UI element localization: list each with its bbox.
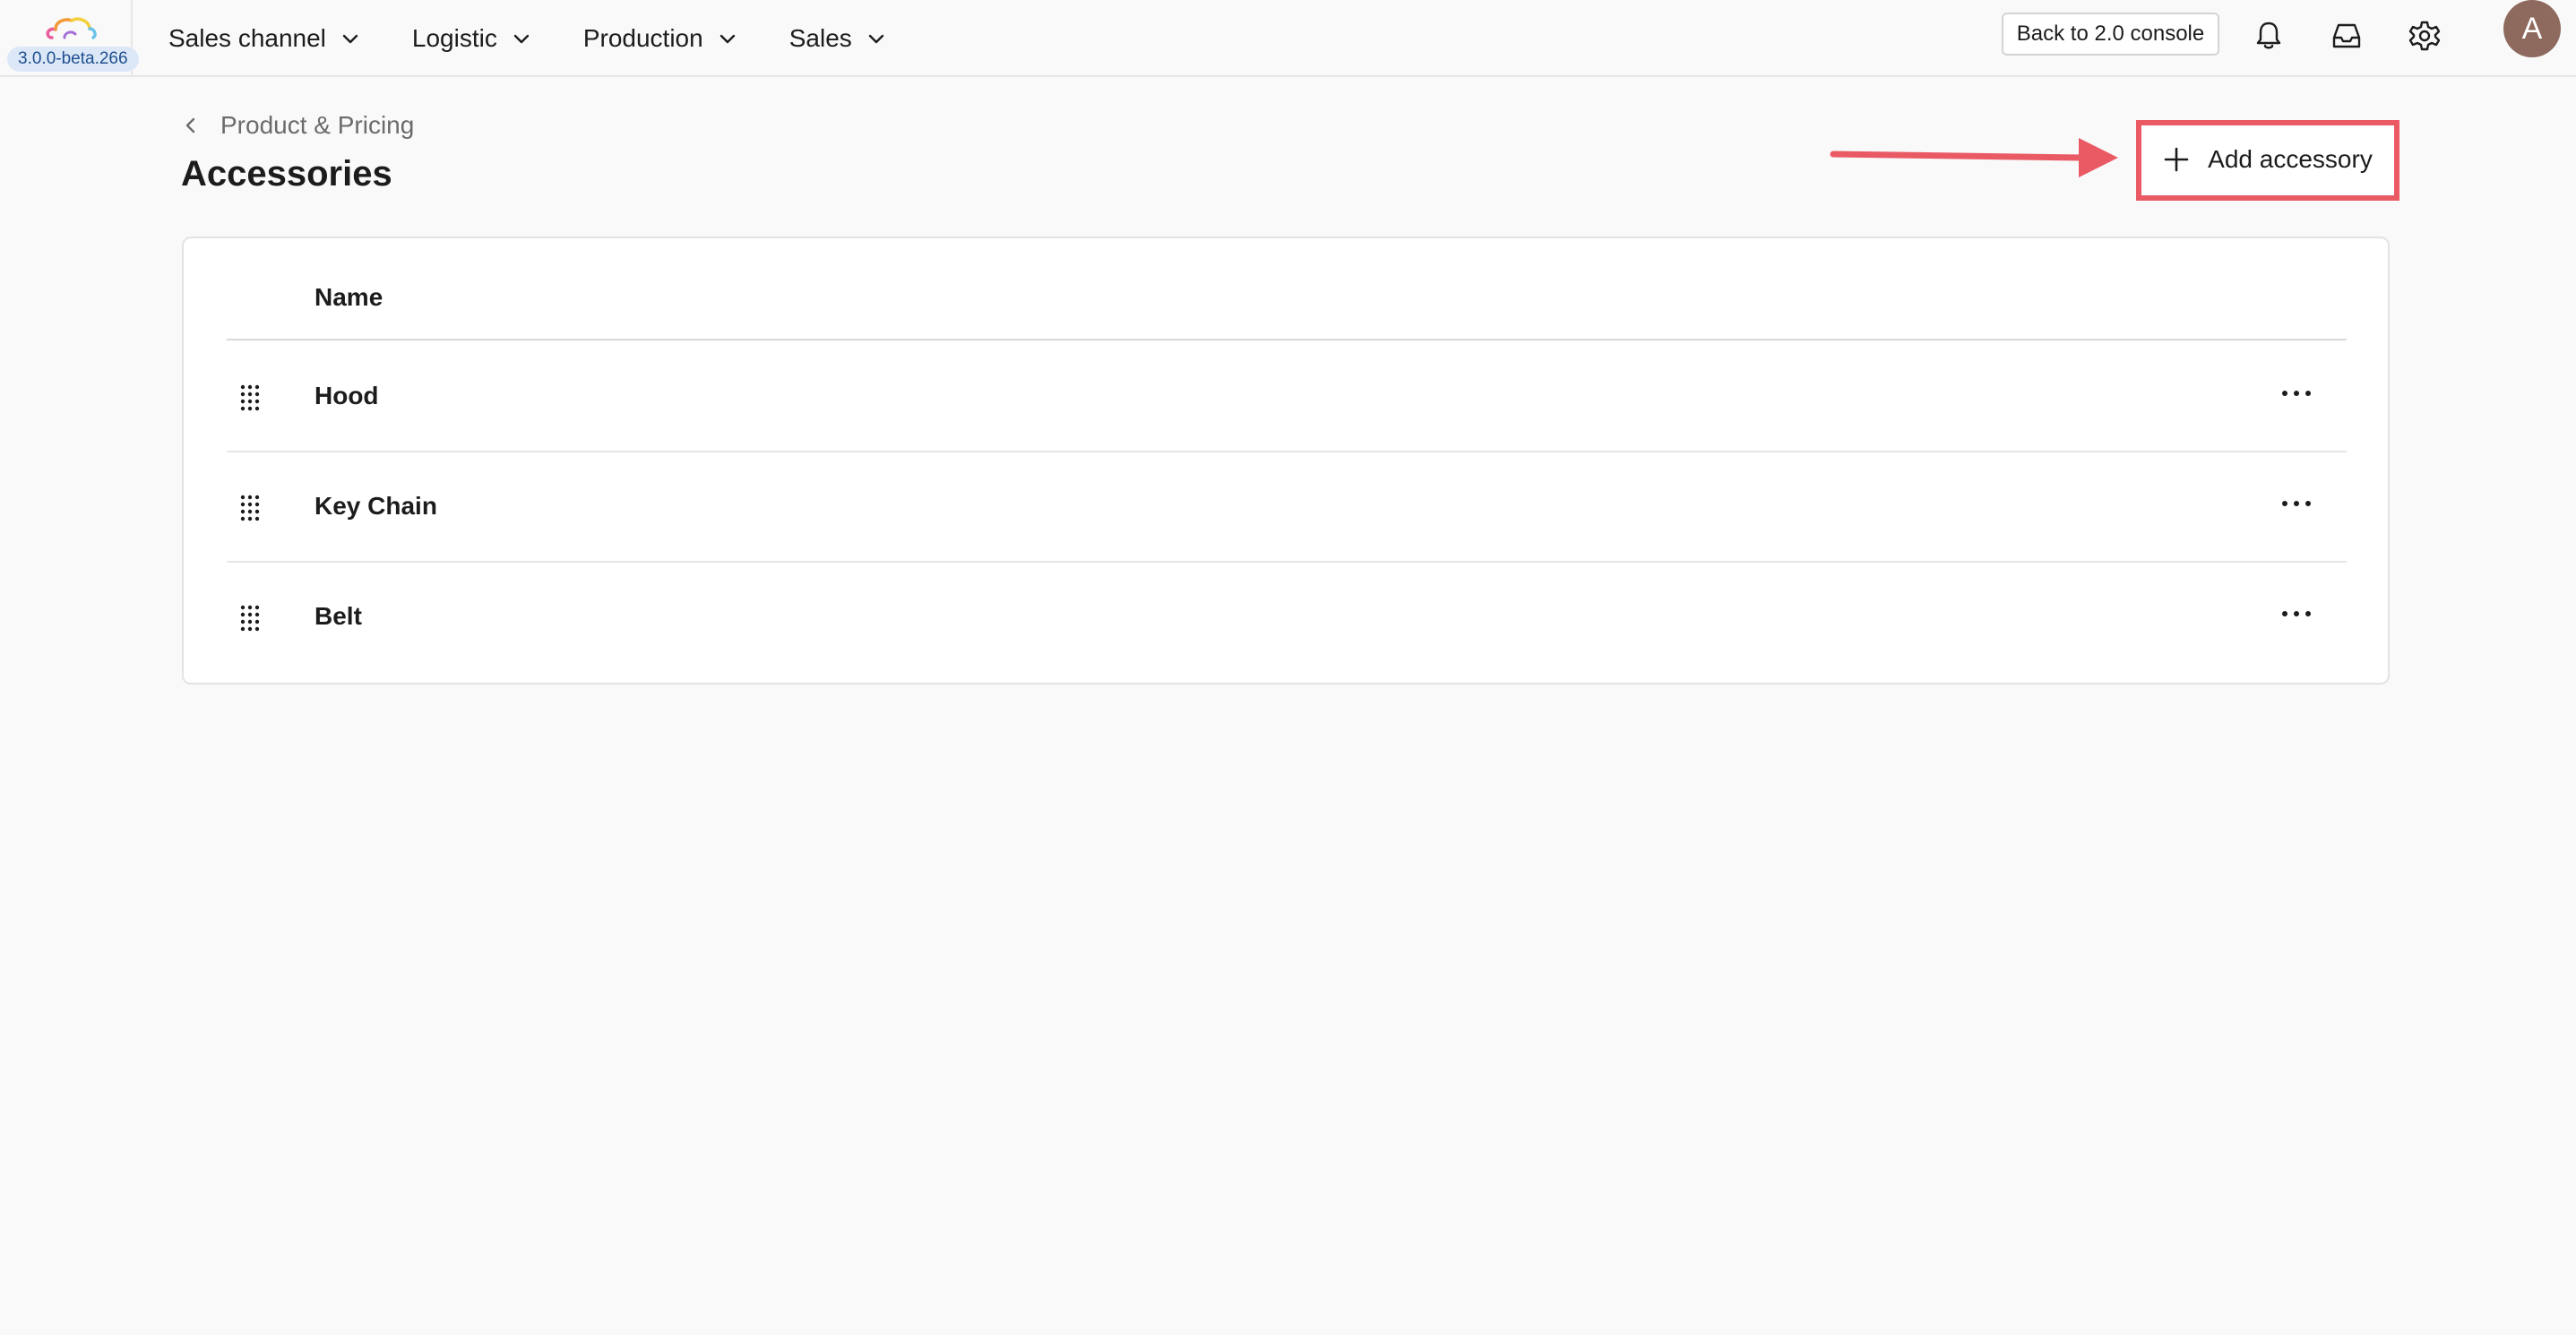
back-to-console-button[interactable]: Back to 2.0 console xyxy=(2002,13,2219,56)
table-header: Name xyxy=(227,238,2347,340)
version-badge: 3.0.0-beta.266 xyxy=(7,47,139,72)
nav-item-label: Production xyxy=(582,24,703,52)
chevron-left-icon xyxy=(185,117,195,134)
nav-item-label: Logistic xyxy=(411,24,497,52)
breadcrumb-label: Product & Pricing xyxy=(220,111,415,139)
gear-icon[interactable] xyxy=(2407,18,2442,54)
top-right-tools: Back to 2.0 console A xyxy=(2002,0,2576,77)
main-nav: Sales channel Logistic Production Sales xyxy=(168,0,938,77)
nav-item-sales[interactable]: Sales xyxy=(789,24,886,53)
drag-handle-icon[interactable] xyxy=(239,383,261,412)
plus-icon xyxy=(2164,147,2189,172)
column-header-name[interactable]: Name xyxy=(314,283,383,312)
row-name: Hood xyxy=(314,382,379,409)
drag-handle-icon[interactable] xyxy=(239,494,261,522)
chevron-down-icon xyxy=(513,34,530,44)
chevron-down-icon xyxy=(719,34,735,44)
more-horizontal-icon[interactable] xyxy=(2280,606,2313,622)
add-accessory-button[interactable]: Add accessory xyxy=(2150,133,2385,186)
nav-item-sales-channel[interactable]: Sales channel xyxy=(168,24,360,53)
table-row[interactable]: Belt xyxy=(227,563,2347,673)
chevron-down-icon xyxy=(342,34,358,44)
nav-item-label: Sales channel xyxy=(168,24,326,52)
chevron-down-icon xyxy=(868,34,883,44)
avatar[interactable]: A xyxy=(2503,0,2561,57)
more-horizontal-icon[interactable] xyxy=(2280,495,2313,512)
drag-handle-icon[interactable] xyxy=(239,604,261,633)
logo-area[interactable]: 3.0.0-beta.266 xyxy=(0,0,139,77)
nav-item-production[interactable]: Production xyxy=(583,24,737,53)
accessories-table-card: Name Hood Key Chain Belt xyxy=(182,237,2390,685)
more-horizontal-icon[interactable] xyxy=(2280,385,2313,401)
row-name: Key Chain xyxy=(314,492,437,520)
annotation-arrow xyxy=(1830,138,2118,177)
add-accessory-label: Add accessory xyxy=(2208,145,2373,173)
nav-item-logistic[interactable]: Logistic xyxy=(412,24,531,53)
row-name: Belt xyxy=(314,602,362,630)
inbox-icon[interactable] xyxy=(2329,18,2365,54)
breadcrumb[interactable]: Product & Pricing xyxy=(181,108,414,143)
bell-icon[interactable] xyxy=(2251,18,2287,54)
top-navigation-bar: 3.0.0-beta.266 Sales channel Logistic Pr… xyxy=(0,0,2576,77)
page-title: Accessories xyxy=(181,154,392,194)
table-row[interactable]: Key Chain xyxy=(227,452,2347,563)
nav-item-label: Sales xyxy=(788,24,852,52)
table-row[interactable]: Hood xyxy=(227,342,2347,452)
cloud-logo-icon xyxy=(46,17,97,39)
